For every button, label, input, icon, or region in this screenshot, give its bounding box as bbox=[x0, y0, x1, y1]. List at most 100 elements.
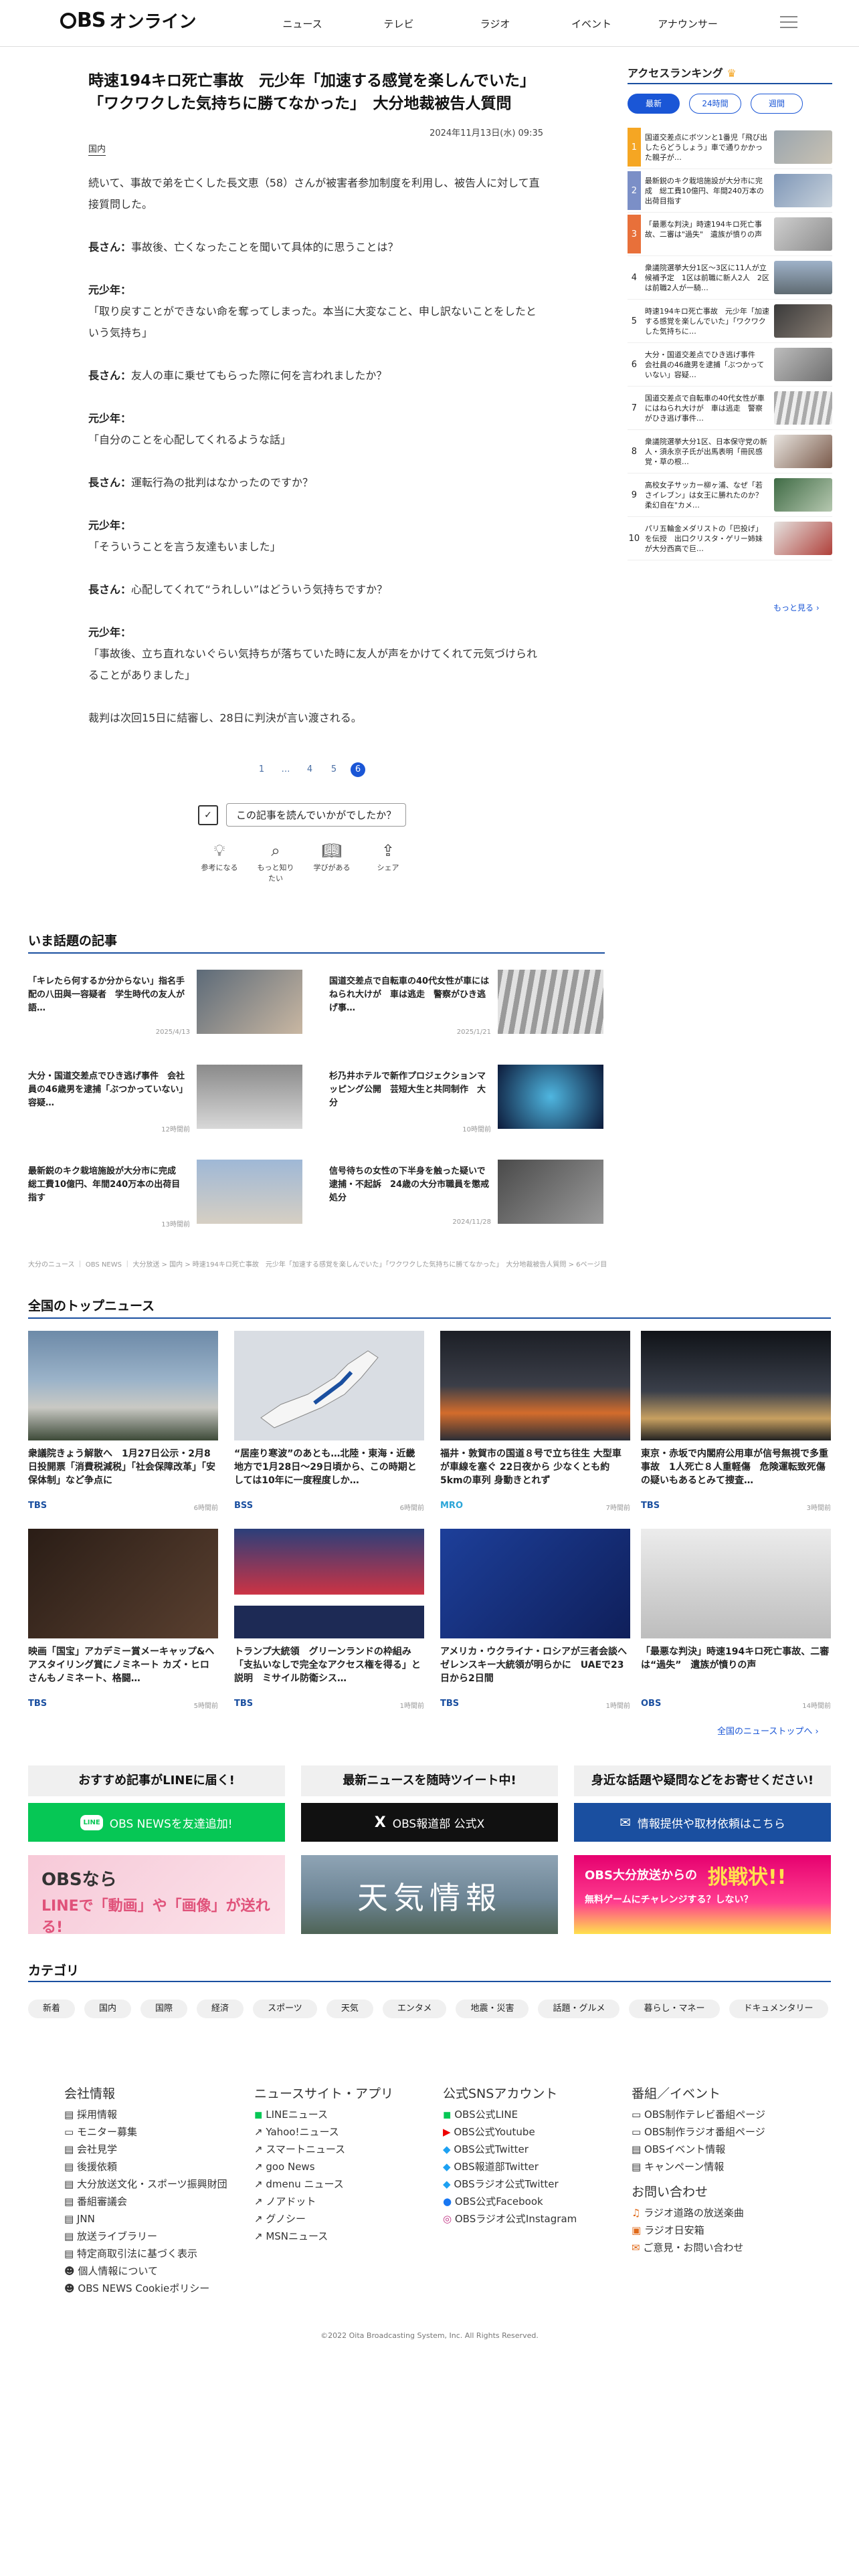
article-category[interactable]: 国内 bbox=[88, 144, 106, 156]
nav-event[interactable]: イベント bbox=[543, 17, 640, 31]
footer-link[interactable]: ◼ LINEニュース bbox=[254, 2106, 435, 2123]
footer-link[interactable]: ▤ JNN bbox=[64, 2210, 245, 2228]
topnews-card[interactable]: トランプ大統領 グリーンランドの枠組み「支払いなしで完全なアクセス権を得る」と説… bbox=[234, 1529, 424, 1723]
footer-link[interactable]: ↗ スマートニュース bbox=[254, 2141, 435, 2158]
trending-card[interactable]: 「キレたら何するか分からない」指名手配の八田與一容疑者 学生時代の友人が語… 20… bbox=[28, 970, 302, 1043]
game-challenge-banner[interactable]: OBS大分放送からの 挑戦状!! 無料ゲームにチャレンジする？しない？ bbox=[574, 1855, 831, 1934]
article-title: 時速194キロ死亡事故 元少年「加速する感覚を楽しんでいた」「ワクワクした気持ち… bbox=[88, 72, 535, 112]
topnews-more-link[interactable]: 全国のニューストップへ › bbox=[717, 1724, 819, 1737]
logo-online: オンライン bbox=[109, 12, 197, 32]
ranking-item[interactable]: 9 高校女子サッカー柳ヶ浦、なぜ「若さイレブン」は女王に勝れたのか？ 柔幻自在"カ… bbox=[628, 473, 832, 517]
topnews-card[interactable]: 衆議院きょう解散へ 1月27日公示・2月8日投開票「消費税減税」「社会保障改革」… bbox=[28, 1331, 218, 1525]
category-tag[interactable]: 国内 bbox=[84, 2000, 132, 2018]
footer-link[interactable]: ▤ 放送ライブラリー bbox=[64, 2228, 245, 2245]
page-link[interactable]: 4 bbox=[302, 762, 317, 777]
site-logo[interactable]: BS オンライン bbox=[60, 8, 197, 33]
topnews-card[interactable]: 映画「国宝」アカデミー賞メーキャップ&ヘアスタイリング賞にノミネート カズ・ヒロ… bbox=[28, 1529, 218, 1723]
ranking-item[interactable]: 4 衆議院選挙大分1区～3区に11人が立候補予定 1区は前職に新人2人 2区は前職… bbox=[628, 256, 832, 300]
footer-link[interactable]: ◎ OBSラジオ公式Instagram bbox=[443, 2210, 624, 2228]
ranking-item[interactable]: 10 パリ五輪金メダリストの「巴投げ」を伝授 出口クリスタ・ゲリー姉妹が大分西高で… bbox=[628, 517, 832, 560]
footer-link[interactable]: ▤ 会社見学 bbox=[64, 2141, 245, 2158]
trending-card[interactable]: 国道交差点で自転車の40代女性が車にはねられ大けが 車は逃走 警察がひき逃げ事…… bbox=[329, 970, 603, 1043]
footer-link[interactable]: ▭ モニター募集 bbox=[64, 2123, 245, 2141]
topnews-card[interactable]: 福井・敦賀市の国道８号で立ち往生 大型車が車線を塞ぐ 22日夜から 少なくとも約… bbox=[440, 1331, 630, 1525]
category-tag[interactable]: 経済 bbox=[197, 2000, 244, 2018]
footer-link[interactable]: ▤ 採用情報 bbox=[64, 2106, 245, 2123]
category-tag[interactable]: エンタメ bbox=[382, 2000, 447, 2018]
tab-weekly[interactable]: 週間 bbox=[751, 94, 803, 114]
footer-link[interactable]: ↗ goo News bbox=[254, 2158, 435, 2175]
footer-link[interactable]: ☻ 個人情報について bbox=[64, 2262, 245, 2280]
footer-link[interactable]: ↗ dmenu ニュース bbox=[254, 2175, 435, 2193]
feedback-question[interactable]: この記事を読んでいかがでしたか？ bbox=[226, 803, 407, 827]
reaction-learn-button[interactable]: 📖︎ 学びがある bbox=[310, 839, 353, 883]
trending-card[interactable]: 信号待ちの女性の下半身を触った疑いで逮捕・不起訴 24歳の大分市職員を懲戒処分 2… bbox=[329, 1160, 603, 1233]
ranking-more-link[interactable]: もっと見る › bbox=[773, 602, 820, 613]
topnews-card[interactable]: “居座り寒波”のあとも…北陸・東海・近畿地方で1月28日～29日頃から、この時期… bbox=[234, 1331, 424, 1525]
ranking-item[interactable]: 3 「最悪な判決」時速194キロ死亡事故、二審は"過失" 遺族が憤りの声 bbox=[628, 213, 832, 256]
x-follow-button[interactable]: X OBS報道部 公式X bbox=[301, 1803, 558, 1842]
nav-tv[interactable]: テレビ bbox=[351, 17, 447, 31]
category-tag[interactable]: 暮らし・マネー bbox=[629, 2000, 720, 2018]
topnews-card[interactable]: 東京・赤坂で内閣府公用車が信号無視で多重事故 1人死亡８人重軽傷 危険運転致死傷… bbox=[641, 1331, 831, 1525]
category-tag[interactable]: スポーツ bbox=[253, 2000, 317, 2018]
breadcrumb[interactable]: 大分のニュース ｜ OBS NEWS ｜ 大分放送 > 国内 > 時速194キロ… bbox=[28, 1259, 831, 1269]
tab-24h[interactable]: 24時間 bbox=[689, 94, 741, 114]
footer-link[interactable]: ▤ 特定商取引法に基づく表示 bbox=[64, 2245, 245, 2262]
ranking-item[interactable]: 1 国道交差点にボツンと1番児「飛び出したらどうしょう」車で通りかかった親子が… bbox=[628, 126, 832, 169]
footer-link[interactable]: ▤ キャンペーン情報 bbox=[632, 2158, 812, 2175]
footer-link[interactable]: ▤ 大分放送文化・スポーツ振興財団 bbox=[64, 2175, 245, 2193]
page-link[interactable]: 5 bbox=[326, 762, 341, 777]
nav-radio[interactable]: ラジオ bbox=[447, 17, 543, 31]
reaction-helpful-button[interactable]: 💡︎ 参考になる bbox=[198, 839, 241, 883]
trending-card[interactable]: 大分・国道交差点でひき逃げ事件 会社員の46歳男を逮捕「ぶつかっていない」容疑…… bbox=[28, 1065, 302, 1138]
category-tag[interactable]: 新着 bbox=[28, 2000, 76, 2018]
category-tag[interactable]: 話題・グルメ bbox=[538, 2000, 620, 2018]
topnews-card[interactable]: 「最悪な判決」時速194キロ死亡事故、二審は“過失” 遺族が憤りの声 OBS 14時… bbox=[641, 1529, 831, 1723]
footer-link[interactable]: ↗ MSNニュース bbox=[254, 2228, 435, 2245]
category-tag[interactable]: ドキュメンタリー bbox=[729, 2000, 828, 2018]
weather-banner[interactable]: 天気情報 bbox=[301, 1855, 558, 1934]
topnews-divider bbox=[28, 1317, 831, 1319]
tab-latest[interactable]: 最新 bbox=[628, 94, 680, 114]
share-button[interactable]: ⇪ シェア bbox=[367, 839, 409, 883]
footer-link[interactable]: ▤ OBSイベント情報 bbox=[632, 2141, 812, 2158]
footer-link[interactable]: ▶ OBS公式Youtube bbox=[443, 2123, 624, 2141]
trending-card[interactable]: 杉乃井ホテルで新作プロジェクションマッピング公開 芸短大生と共同制作 大分 10時… bbox=[329, 1065, 603, 1138]
page-link[interactable]: 1 bbox=[254, 762, 269, 777]
topnews-card-title: アメリカ・ウクライナ・ロシアが三者会談へ ゼレンスキー大統領が明らかに UAEで… bbox=[440, 1646, 630, 1684]
footer-link[interactable]: ▤ 後援依頼 bbox=[64, 2158, 245, 2175]
nav-announcer[interactable]: アナウンサー bbox=[640, 17, 736, 31]
footer-link[interactable]: ◼ OBS公式LINE bbox=[443, 2106, 624, 2123]
footer-link[interactable]: ☻ OBS NEWS Cookieポリシー bbox=[64, 2280, 245, 2297]
footer-link[interactable]: ↗ グノシー bbox=[254, 2210, 435, 2228]
category-tag[interactable]: 天気 bbox=[326, 2000, 373, 2018]
footer-link[interactable]: ◆ OBS公式Twitter bbox=[443, 2141, 624, 2158]
footer-link[interactable]: ↗ ノアドット bbox=[254, 2193, 435, 2210]
reaction-more-button[interactable]: ⌕ もっと知りたい bbox=[254, 839, 297, 883]
ranking-item[interactable]: 8 衆議院選挙大分1区、日本保守党の新人・須永京子氏が出馬表明「冊民感覚・草の根… bbox=[628, 430, 832, 473]
contact-button[interactable]: ✉ 情報提供や取材依頼はこちら bbox=[574, 1803, 831, 1842]
footer-link[interactable]: ▣ ラジオ日安箱 bbox=[632, 2222, 812, 2239]
nav-news[interactable]: ニュース bbox=[254, 17, 351, 31]
ranking-item[interactable]: 7 国道交差点で自転車の40代女性が車にはねられ大けが 車は逃走 警察がひき逃げ事… bbox=[628, 387, 832, 430]
line-promo-banner[interactable]: OBSなら LINEで「動画」や「画像」が送れる! bbox=[28, 1855, 285, 1934]
trending-card[interactable]: 最新鋭のキク栽培施設が大分市に完成 総工費10億円、年間240万本の出荷目指す 1… bbox=[28, 1160, 302, 1233]
footer-link[interactable]: ◆ OBSラジオ公式Twitter bbox=[443, 2175, 624, 2193]
category-tag[interactable]: 地震・災害 bbox=[456, 2000, 529, 2018]
footer-link[interactable]: ● OBS公式Facebook bbox=[443, 2193, 624, 2210]
footer-link[interactable]: ◆ OBS報道部Twitter bbox=[443, 2158, 624, 2175]
topnews-card[interactable]: アメリカ・ウクライナ・ロシアが三者会談へ ゼレンスキー大統領が明らかに UAEで… bbox=[440, 1529, 630, 1723]
footer-link[interactable]: ♫ ラジオ道路の放送楽曲 bbox=[632, 2204, 812, 2222]
line-add-friend-button[interactable]: LINE OBS NEWSを友達追加! bbox=[28, 1803, 285, 1842]
footer-link[interactable]: ✉ ご意見・お問い合わせ bbox=[632, 2239, 812, 2256]
ranking-item[interactable]: 5 時速194キロ死亡事故 元少年「加速する感覚を楽しんでいた」「ワクワクした気持… bbox=[628, 300, 832, 343]
category-tag[interactable]: 国際 bbox=[140, 2000, 188, 2018]
footer-link[interactable]: ↗ Yahoo!ニュース bbox=[254, 2123, 435, 2141]
footer-link[interactable]: ▭ OBS制作テレビ番組ページ bbox=[632, 2106, 812, 2123]
footer-link[interactable]: ▤ 番組審議会 bbox=[64, 2193, 245, 2210]
hamburger-menu-icon[interactable] bbox=[780, 16, 797, 28]
footer-link[interactable]: ▭ OBS制作ラジオ番組ページ bbox=[632, 2123, 812, 2141]
ranking-item[interactable]: 6 大分・国道交差点でひき逃げ事件 会社員の46歳男を逮捕「ぶつかっていない」容疑… bbox=[628, 343, 832, 387]
ranking-item[interactable]: 2 最新鋭のキク栽培施設が大分市に完成 総工費10億円、年間240万本の出荷目指す bbox=[628, 169, 832, 213]
